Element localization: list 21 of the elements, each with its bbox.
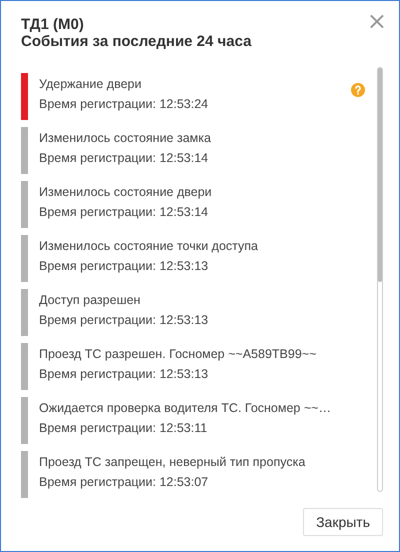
event-time: Время регистрации: 12:53:14 xyxy=(39,204,208,221)
event-text: Проезд ТС разрешен. Госномер ~~А589ТВ99~~ xyxy=(39,346,316,363)
event-time: Время регистрации: 12:53:24 xyxy=(39,96,208,113)
event-time: Время регистрации: 12:53:11 xyxy=(39,420,208,437)
dialog-title: ТД1 (М0) xyxy=(21,15,84,35)
event-time: Время регистрации: 12:53:14 xyxy=(39,150,208,167)
event-text: Доступ разрешен xyxy=(39,292,140,309)
help-icon[interactable] xyxy=(351,83,365,97)
event-text: Проезд ТС запрещен, неверный тип пропуска xyxy=(39,454,306,471)
dialog-subtitle: События за последние 24 часа xyxy=(21,32,252,52)
event-text: Изменилось состояние замка xyxy=(39,130,211,147)
close-dialog-button[interactable]: Закрыть xyxy=(303,508,383,536)
event-time: Время регистрации: 12:53:13 xyxy=(39,366,208,383)
event-time: Время регистрации: 12:53:13 xyxy=(39,312,208,329)
event-text: Ожидается проверка водителя ТС. Госномер ~~… xyxy=(39,400,331,417)
event-text: Изменилось состояние двери xyxy=(39,184,212,201)
event-text: Удержание двери xyxy=(39,76,142,93)
event-text: Изменилось состояние точки доступа xyxy=(39,238,258,255)
event-time: Время регистрации: 12:53:07 xyxy=(39,474,208,491)
event-time: Время регистрации: 12:53:13 xyxy=(39,258,208,275)
scrollbar[interactable] xyxy=(377,67,383,492)
